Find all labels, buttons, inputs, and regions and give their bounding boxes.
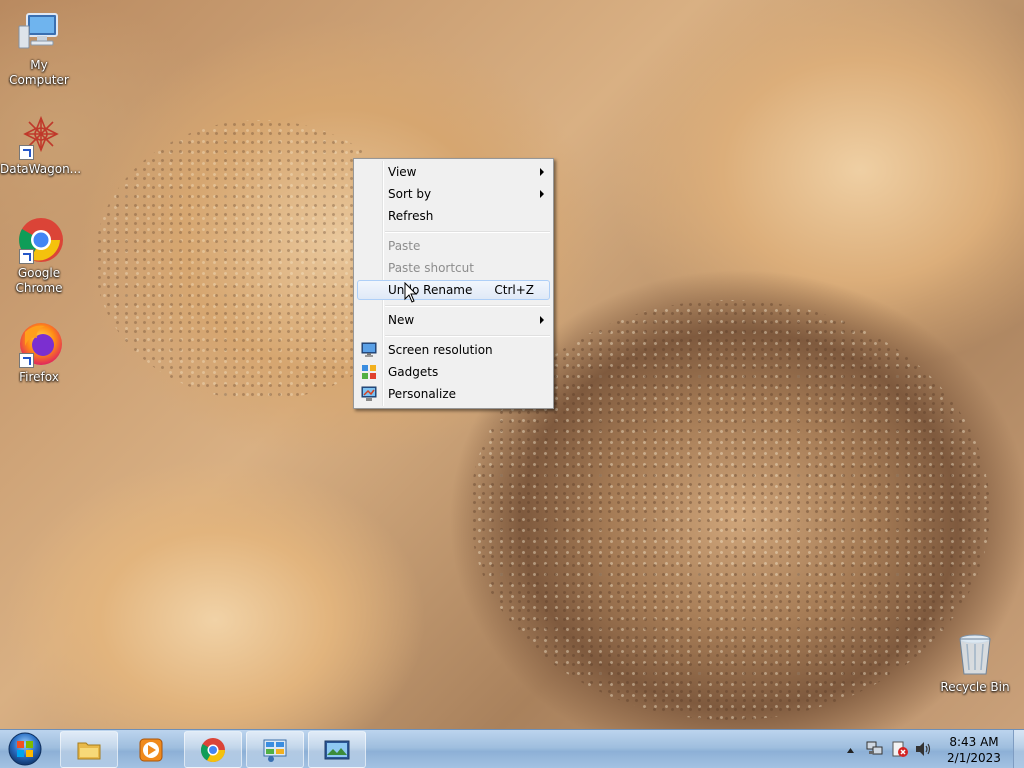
menu-item-label: Sort by [388, 187, 432, 201]
menu-item-sort-by[interactable]: Sort by [357, 184, 550, 204]
picture-viewer-icon [324, 737, 350, 763]
firefox-icon [15, 320, 63, 368]
menu-separator [385, 231, 550, 233]
menu-item-paste: Paste [357, 236, 550, 256]
gadgets-icon [361, 364, 377, 380]
datawagon-icon [15, 112, 63, 160]
file-explorer-icon [76, 737, 102, 763]
chrome-icon [15, 216, 63, 264]
menu-item-gadgets[interactable]: Gadgets [357, 362, 550, 382]
personalize-icon [361, 386, 377, 402]
desktop-icon-firefox[interactable]: Firefox [0, 320, 78, 385]
desktop-icon-my-computer[interactable]: My Computer [0, 8, 78, 88]
menu-item-refresh[interactable]: Refresh [357, 206, 550, 226]
show-desktop-button[interactable] [1013, 730, 1024, 768]
desktop-icon-label: Firefox [19, 370, 59, 384]
menu-item-view[interactable]: View [357, 162, 550, 182]
shortcut-arrow-icon [19, 353, 34, 368]
clock[interactable]: 8:43 AM 2/1/2023 [934, 734, 1014, 766]
menu-item-label: New [388, 313, 415, 327]
menu-item-label: Paste [388, 239, 421, 253]
control-panel-icon [262, 737, 288, 763]
taskbar-picture-viewer[interactable] [308, 731, 366, 768]
mouse-cursor-icon [404, 281, 418, 304]
submenu-arrow-icon [540, 316, 544, 324]
taskbar-file-explorer[interactable] [60, 731, 118, 768]
menu-item-paste-shortcut: Paste shortcut [357, 258, 550, 278]
menu-item-label: Personalize [388, 387, 457, 401]
menu-separator [385, 335, 550, 337]
taskbar-media-player[interactable] [122, 731, 180, 768]
menu-item-new[interactable]: New [357, 310, 550, 330]
menu-separator [385, 305, 550, 307]
recycle-bin-icon [951, 630, 999, 678]
monitor-icon [361, 342, 377, 358]
network-icon[interactable] [866, 741, 884, 760]
menu-item-label: Gadgets [388, 365, 439, 379]
desktop-icon-label: Recycle Bin [940, 680, 1010, 694]
media-player-icon [138, 737, 164, 763]
action-center-icon[interactable] [891, 740, 909, 761]
taskbar-chrome[interactable] [184, 731, 242, 768]
menu-item-shortcut: Ctrl+Z [494, 283, 534, 297]
menu-item-personalize[interactable]: Personalize [357, 384, 550, 404]
computer-icon [15, 8, 63, 56]
desktop-icon-google-chrome[interactable]: Google Chrome [0, 216, 78, 296]
volume-icon[interactable] [914, 741, 932, 760]
shortcut-arrow-icon [19, 249, 34, 264]
menu-item-label: Refresh [388, 209, 434, 223]
shortcut-arrow-icon [19, 145, 34, 160]
menu-item-undo-rename[interactable]: Undo Rename Ctrl+Z [357, 280, 550, 300]
clock-date: 2/1/2023 [947, 751, 1001, 765]
submenu-arrow-icon [540, 168, 544, 176]
desktop-icon-recycle-bin[interactable]: Recycle Bin [936, 630, 1014, 695]
menu-item-label: Undo Rename [388, 283, 473, 297]
desktop-icon-datawagon[interactable]: DataWagon... [0, 112, 82, 177]
desktop-context-menu: View Sort by Refresh Paste Paste shortcu… [353, 158, 554, 409]
desktop-icon-label: DataWagon... [0, 162, 82, 176]
start-button[interactable] [4, 731, 46, 767]
clock-time: 8:43 AM [949, 735, 999, 749]
menu-item-label: Paste shortcut [388, 261, 474, 275]
submenu-arrow-icon [540, 190, 544, 198]
taskbar: 8:43 AM 2/1/2023 [0, 729, 1024, 768]
chrome-icon [200, 737, 226, 763]
desktop-icon-label: Google Chrome [15, 266, 63, 295]
desktop-icon-label: My Computer [9, 58, 69, 87]
menu-item-label: Screen resolution [388, 343, 493, 357]
menu-item-screen-resolution[interactable]: Screen resolution [357, 340, 550, 360]
taskbar-control-panel[interactable] [246, 731, 304, 768]
menu-item-label: View [388, 165, 417, 179]
show-hidden-icons-icon[interactable] [846, 744, 855, 758]
